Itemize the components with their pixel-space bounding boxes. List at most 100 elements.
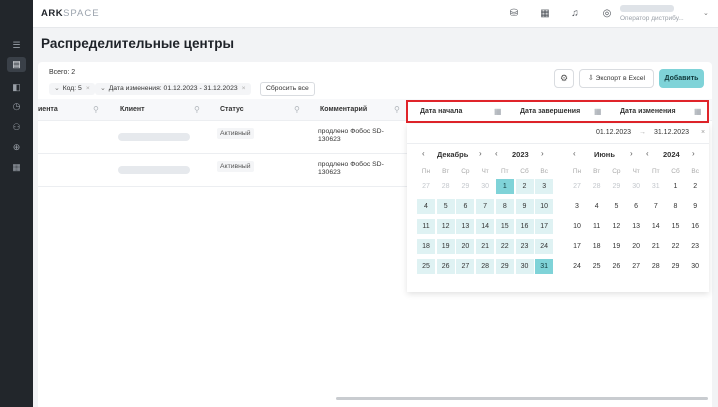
day-cell[interactable]: 16 — [686, 219, 704, 234]
close-icon[interactable]: × — [701, 129, 705, 136]
day-cell[interactable]: 12 — [607, 219, 625, 234]
day-cell[interactable]: 13 — [456, 219, 475, 234]
day-cell[interactable]: 18 — [417, 239, 435, 254]
day-cell[interactable]: 25 — [417, 259, 435, 274]
day-cell[interactable]: 10 — [568, 219, 586, 234]
table-row[interactable]: Активный продлено Фобос SD-130623 — [38, 122, 408, 154]
calendar-icon[interactable]: ▦ — [7, 160, 26, 175]
day-cell[interactable]: 16 — [515, 219, 534, 234]
user-menu[interactable]: Оператор дистрибу... ⌄ — [620, 5, 710, 24]
list-icon[interactable]: ☰ — [7, 38, 26, 53]
day-cell[interactable]: 24 — [568, 259, 586, 274]
day-cell-other-month[interactable]: 29 — [456, 179, 474, 194]
day-cell[interactable]: 10 — [535, 199, 554, 214]
filter-chip-date-changed[interactable]: ⌄ Дата изменения: 01.12.2023 - 31.12.2023… — [95, 83, 251, 95]
bell-icon[interactable]: ♫ — [568, 7, 582, 21]
range-end-value[interactable]: 31.12.2023 — [654, 129, 689, 136]
year-label[interactable]: 2024 — [663, 150, 680, 159]
database-icon[interactable]: ▤ — [7, 57, 26, 72]
day-cell[interactable]: 14 — [476, 219, 495, 234]
next-month-button[interactable]: › — [479, 149, 482, 158]
month-label[interactable]: Июнь — [594, 150, 615, 159]
day-cell[interactable]: 20 — [627, 239, 645, 254]
horizontal-scrollbar[interactable] — [336, 397, 708, 400]
day-cell[interactable]: 12 — [436, 219, 455, 234]
calendar-icon[interactable]: ▦ — [494, 102, 502, 121]
next-year-button[interactable]: › — [541, 149, 544, 158]
day-cell[interactable]: 5 — [436, 199, 455, 214]
day-cell-other-month[interactable]: 28 — [588, 179, 606, 194]
day-cell[interactable]: 2 — [515, 179, 534, 194]
users-icon[interactable]: ⚇ — [7, 120, 26, 135]
table-row[interactable]: Активный продлено Фобос SD-130623 — [38, 155, 408, 187]
day-cell[interactable]: 4 — [588, 199, 606, 214]
day-cell[interactable]: 30 — [686, 259, 704, 274]
day-cell[interactable]: 17 — [568, 239, 586, 254]
day-cell[interactable]: 27 — [456, 259, 475, 274]
day-cell[interactable]: 3 — [535, 179, 554, 194]
day-cell[interactable]: 23 — [686, 239, 704, 254]
day-cell[interactable]: 19 — [436, 239, 455, 254]
day-cell[interactable]: 6 — [627, 199, 645, 214]
day-cell[interactable]: 4 — [417, 199, 435, 214]
day-cell[interactable]: 23 — [515, 239, 534, 254]
compass-icon[interactable]: ◎ — [600, 7, 614, 21]
day-cell[interactable]: 9 — [686, 199, 704, 214]
day-cell[interactable]: 1 — [495, 179, 514, 194]
day-cell-other-month[interactable]: 30 — [627, 179, 645, 194]
calendar-icon[interactable]: ▦ — [594, 102, 602, 121]
day-cell[interactable]: 11 — [417, 219, 435, 234]
close-icon[interactable]: × — [242, 85, 246, 92]
day-cell[interactable]: 28 — [476, 259, 495, 274]
month-label[interactable]: Декабрь — [437, 150, 468, 159]
calendar-icon[interactable]: ▦ — [694, 102, 702, 121]
day-cell[interactable]: 30 — [515, 259, 534, 274]
filter-chip-code[interactable]: ⌄ Код: 5 × — [49, 83, 95, 95]
day-cell[interactable]: 24 — [535, 239, 554, 254]
export-excel-button[interactable]: ⇩ Экспорт в Excel — [579, 69, 654, 88]
day-cell[interactable]: 21 — [476, 239, 495, 254]
day-cell[interactable]: 17 — [535, 219, 554, 234]
settings-button[interactable]: ⚙ — [554, 69, 574, 88]
column-header-start-date[interactable]: Дата начала — [420, 102, 462, 121]
plus-circle-icon[interactable]: ⊕ — [7, 140, 26, 155]
day-cell[interactable]: 13 — [627, 219, 645, 234]
day-cell[interactable]: 3 — [568, 199, 586, 214]
search-icon[interactable]: ⚲ — [294, 99, 300, 121]
day-cell[interactable]: 5 — [607, 199, 625, 214]
column-header-client-code[interactable]: иента — [38, 99, 58, 121]
close-icon[interactable]: × — [86, 85, 90, 92]
clock-icon[interactable]: ◷ — [7, 99, 26, 114]
day-cell[interactable]: 29 — [495, 259, 514, 274]
day-cell[interactable]: 14 — [647, 219, 665, 234]
column-header-end-date[interactable]: Дата завершения — [520, 102, 580, 121]
day-cell[interactable]: 18 — [588, 239, 606, 254]
prev-year-button[interactable]: ‹ — [495, 149, 498, 158]
day-cell[interactable]: 2 — [686, 179, 704, 194]
column-header-status[interactable]: Статус — [220, 99, 244, 121]
prev-month-button[interactable]: ‹ — [422, 149, 425, 158]
next-year-button[interactable]: › — [692, 149, 695, 158]
search-icon[interactable]: ⚲ — [93, 99, 99, 121]
logo[interactable]: ARKSPACE — [41, 8, 100, 19]
day-cell[interactable]: 15 — [495, 219, 514, 234]
day-cell[interactable]: 9 — [515, 199, 534, 214]
day-cell[interactable]: 7 — [647, 199, 665, 214]
day-cell[interactable]: 7 — [476, 199, 495, 214]
day-cell[interactable]: 22 — [667, 239, 685, 254]
day-cell[interactable]: 15 — [667, 219, 685, 234]
coins-icon[interactable]: ⛁ — [507, 7, 521, 21]
day-cell-other-month[interactable]: 28 — [437, 179, 455, 194]
day-cell[interactable]: 20 — [456, 239, 475, 254]
next-month-button[interactable]: › — [630, 149, 633, 158]
day-cell[interactable]: 26 — [436, 259, 455, 274]
day-cell[interactable]: 21 — [647, 239, 665, 254]
add-button[interactable]: Добавить — [659, 69, 704, 88]
year-label[interactable]: 2023 — [512, 150, 529, 159]
apps-grid-icon[interactable]: ▦ — [538, 7, 552, 21]
day-cell[interactable]: 8 — [667, 199, 685, 214]
panel-icon[interactable]: ◧ — [7, 80, 26, 95]
day-cell[interactable]: 19 — [607, 239, 625, 254]
reset-all-button[interactable]: Сбросить все — [260, 82, 315, 96]
day-cell[interactable]: 11 — [588, 219, 606, 234]
